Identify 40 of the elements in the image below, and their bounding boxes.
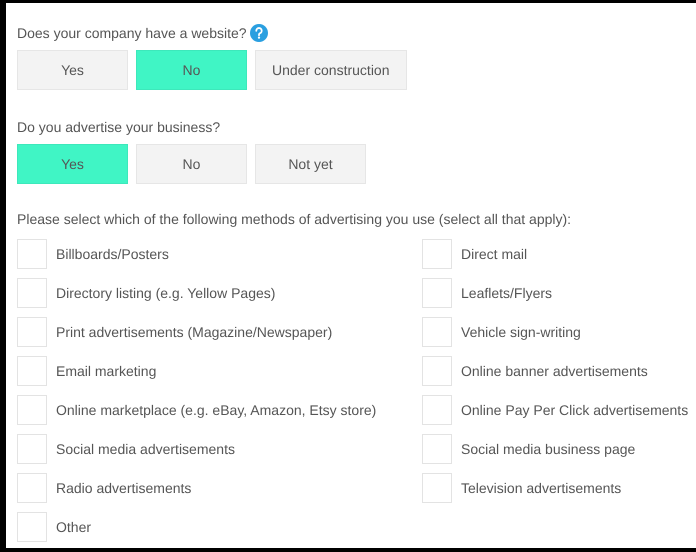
checkbox-label[interactable]: Email marketing: [56, 363, 156, 379]
checkbox-label[interactable]: Social media business page: [461, 441, 636, 457]
checkbox-label[interactable]: Online Pay Per Click advertisements: [461, 402, 688, 418]
option-button[interactable]: No: [136, 144, 247, 184]
checkbox[interactable]: [422, 278, 452, 308]
checkbox-label[interactable]: Other: [56, 519, 92, 535]
help-icon[interactable]: [250, 24, 268, 42]
checkbox[interactable]: [422, 317, 452, 347]
checkbox[interactable]: [422, 356, 452, 386]
option-button[interactable]: Not yet: [255, 144, 366, 184]
option-button[interactable]: Yes: [17, 144, 128, 184]
checkbox-label[interactable]: Television advertisements: [461, 480, 622, 496]
checkbox-label[interactable]: Print advertisements (Magazine/Newspaper): [56, 324, 332, 340]
checkbox[interactable]: [422, 473, 452, 503]
checkbox-label[interactable]: Online banner advertisements: [461, 363, 648, 379]
checkbox-label[interactable]: Online marketplace (e.g. eBay, Amazon, Etsy store): [56, 402, 376, 418]
checkbox[interactable]: [17, 395, 47, 425]
question-label: Does your company have a website?: [17, 25, 247, 41]
checkbox[interactable]: [17, 512, 47, 542]
checkbox-label[interactable]: Radio advertisements: [56, 480, 192, 496]
checkbox[interactable]: [17, 473, 47, 503]
checkbox-label[interactable]: Social media advertisements: [56, 441, 235, 457]
checkbox[interactable]: [17, 278, 47, 308]
checkbox[interactable]: [422, 434, 452, 464]
checkbox[interactable]: [422, 239, 452, 269]
checkbox[interactable]: [17, 317, 47, 347]
checkbox[interactable]: [17, 434, 47, 464]
question-label: Do you advertise your business?: [17, 119, 220, 135]
checkbox[interactable]: [17, 356, 47, 386]
option-button[interactable]: Under construction: [255, 50, 407, 90]
checkbox-label[interactable]: Direct mail: [461, 246, 528, 262]
checkbox[interactable]: [422, 395, 452, 425]
question-label: Please select which of the following methods of advertising you use (select all that apply):: [17, 211, 572, 229]
checkbox-label[interactable]: Leaflets/Flyers: [461, 285, 552, 301]
checkbox-label[interactable]: Billboards/Posters: [56, 246, 169, 262]
option-button[interactable]: No: [136, 50, 247, 90]
checkbox-label[interactable]: Vehicle sign-writing: [461, 324, 581, 340]
checkbox-label[interactable]: Directory listing (e.g. Yellow Pages): [56, 285, 276, 301]
option-button[interactable]: Yes: [17, 50, 128, 90]
checkbox[interactable]: [17, 239, 47, 269]
